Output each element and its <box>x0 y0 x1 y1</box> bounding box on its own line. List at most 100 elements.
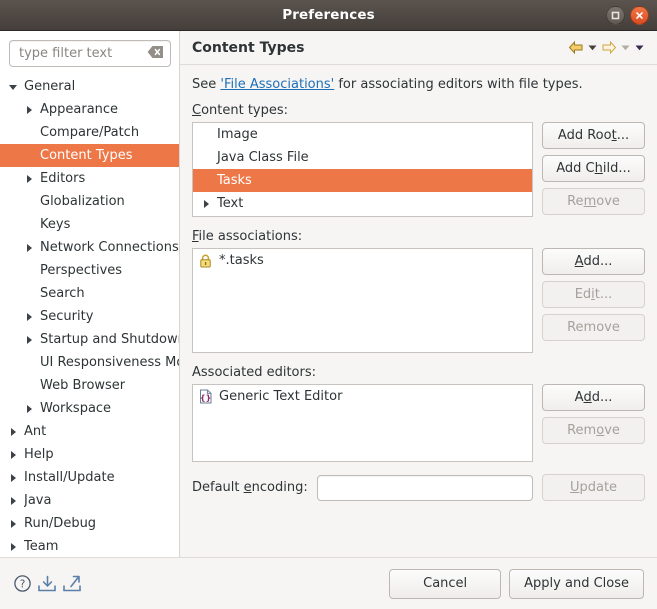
sidebar-item-ant[interactable]: Ant <box>0 420 179 443</box>
content-type-row[interactable]: Java Class File <box>193 146 532 169</box>
sidebar-item-content-types[interactable]: Content Types <box>0 144 179 167</box>
export-icon[interactable] <box>62 574 82 593</box>
view-menu-chevron-down-icon[interactable] <box>634 42 645 53</box>
close-button[interactable] <box>630 5 649 25</box>
file-associations-list[interactable]: *.tasks <box>192 248 533 353</box>
clear-icon[interactable] <box>147 45 164 63</box>
default-encoding-input[interactable] <box>316 474 533 501</box>
sidebar-item-label: Globalization <box>40 194 125 209</box>
sidebar-item-security[interactable]: Security <box>0 305 179 328</box>
sidebar-item-label: Editors <box>40 171 86 186</box>
sidebar-item-label: Compare/Patch <box>40 125 140 140</box>
help-icon[interactable]: ? <box>13 574 32 593</box>
add-root-button[interactable]: Add Roo t... <box>542 122 645 149</box>
sidebar-item-label: Web Browser <box>40 378 126 393</box>
sidebar-item-startup-and-shutdown[interactable]: Startup and Shutdown <box>0 328 179 351</box>
tree-collapsed-icon[interactable] <box>6 519 20 529</box>
cancel-button[interactable]: Cancel <box>389 568 502 599</box>
sidebar-item-help[interactable]: Help <box>0 443 179 466</box>
sidebar-item-team[interactable]: Team <box>0 535 179 557</box>
associated-editor-label: Generic Text Editor <box>219 389 343 404</box>
sidebar-item-label: Team <box>24 539 59 554</box>
content-type-row[interactable]: Text <box>193 192 532 215</box>
tree-collapsed-icon[interactable] <box>6 542 20 552</box>
tree-expanded-icon[interactable] <box>6 82 20 92</box>
title-bar: Preferences <box>0 0 657 31</box>
associated-editors-label: Associated editors: <box>192 365 317 380</box>
sidebar-item-label: Startup and Shutdown <box>40 332 179 347</box>
file-associations-buttons: Add... Ed i t... Remove <box>542 248 645 341</box>
filter-placeholder: type filter text <box>19 46 113 61</box>
preferences-content-pane: Content Types See 'File Associations' fo… <box>180 31 657 557</box>
import-icon[interactable] <box>37 574 57 593</box>
sidebar-item-web-browser[interactable]: Web Browser <box>0 374 179 397</box>
content-type-row[interactable]: Image <box>193 123 532 146</box>
sidebar-item-java[interactable]: Java <box>0 489 179 512</box>
preferences-dialog: Preferences type filter text General App… <box>0 0 657 609</box>
tree-collapsed-icon[interactable] <box>22 312 36 322</box>
file-associations-section: File associations: *.tasks Add... Ed i t..… <box>192 229 645 353</box>
tree-collapsed-icon[interactable] <box>199 199 213 209</box>
maximize-icon <box>611 11 620 20</box>
content-types-buttons: Add Roo t... Add Ch ild... Re m ove <box>542 122 645 215</box>
content-types-list[interactable]: Image Java Class File Tasks Text <box>192 122 533 217</box>
sidebar-item-globalization[interactable]: Globalization <box>0 190 179 213</box>
content-type-label: Text <box>217 196 244 211</box>
dialog-footer: ? Cancel Apply and Close <box>0 557 657 609</box>
tree-collapsed-icon[interactable] <box>6 496 20 506</box>
remove-file-association-button: Remove <box>542 314 645 341</box>
tree-collapsed-icon[interactable] <box>6 473 20 483</box>
tree-collapsed-icon[interactable] <box>22 335 36 345</box>
sidebar-item-network-connections[interactable]: Network Connections <box>0 236 179 259</box>
sidebar-item-label: General <box>24 79 76 94</box>
sidebar-item-keys[interactable]: Keys <box>0 213 179 236</box>
search-input[interactable]: type filter text <box>9 40 171 67</box>
tree-collapsed-icon[interactable] <box>6 450 20 460</box>
forward-arrow-icon[interactable] <box>601 40 617 55</box>
sidebar-item-workspace[interactable]: Workspace <box>0 397 179 420</box>
associated-editor-row[interactable]: {} Generic Text Editor <box>193 385 532 408</box>
sidebar-item-search[interactable]: Search <box>0 282 179 305</box>
tree-collapsed-icon[interactable] <box>22 174 36 184</box>
sidebar-item-label: Security <box>40 309 94 324</box>
associated-editors-buttons: Ad d... Rem o ve <box>542 384 645 444</box>
file-association-row[interactable]: *.tasks <box>193 249 532 272</box>
apply-and-close-button[interactable]: Apply and Close <box>509 568 644 599</box>
page-title: Content Types <box>192 39 305 56</box>
add-child-button[interactable]: Add Ch ild... <box>542 155 645 182</box>
sidebar-item-editors[interactable]: Editors <box>0 167 179 190</box>
tree-collapsed-icon[interactable] <box>22 105 36 115</box>
lock-icon <box>199 254 217 268</box>
intro-suffix: for associating editors with file types. <box>334 77 583 92</box>
add-editor-button[interactable]: Ad d... <box>542 384 645 411</box>
svg-text:{}: {} <box>200 393 211 402</box>
content-types-section: Content types: Image Java Class File Tasks… <box>192 103 645 217</box>
tree-collapsed-icon[interactable] <box>22 243 36 253</box>
maximize-button[interactable] <box>606 5 625 25</box>
back-history-chevron-down-icon[interactable] <box>587 42 598 53</box>
sidebar-item-label: Workspace <box>40 401 112 416</box>
sidebar-item-general[interactable]: General <box>0 75 179 98</box>
sidebar-item-compare-patch[interactable]: Compare/Patch <box>0 121 179 144</box>
navigation-toolbar <box>568 40 645 55</box>
tree-collapsed-icon[interactable] <box>6 427 20 437</box>
back-arrow-icon[interactable] <box>568 40 584 55</box>
sidebar-item-ui-responsiveness-monitoring[interactable]: UI Responsiveness Monitoring <box>0 351 179 374</box>
associated-editors-list[interactable]: {} Generic Text Editor <box>192 384 533 462</box>
preferences-tree[interactable]: General Appearance Compare/Patch Content Ty… <box>0 74 179 557</box>
tree-collapsed-icon[interactable] <box>22 404 36 414</box>
associated-editors-row: {} Generic Text Editor Ad d... Rem o ve <box>192 384 645 462</box>
file-associations-link[interactable]: 'File Associations' <box>220 77 334 92</box>
content-type-row[interactable]: Tasks <box>193 169 532 192</box>
sidebar-item-label: Ant <box>24 424 47 439</box>
default-encoding-row: Default encoding: Update <box>192 474 645 501</box>
footer-icon-group: ? <box>13 574 389 593</box>
sidebar-item-run-debug[interactable]: Run/Debug <box>0 512 179 535</box>
sidebar-item-perspectives[interactable]: Perspectives <box>0 259 179 282</box>
add-file-association-button[interactable]: Add... <box>542 248 645 275</box>
sidebar-item-label: Java <box>24 493 52 508</box>
sidebar-item-appearance[interactable]: Appearance <box>0 98 179 121</box>
sidebar-item-install-update[interactable]: Install/Update <box>0 466 179 489</box>
preferences-sidebar: type filter text General Appearance Compar… <box>0 31 180 557</box>
sidebar-item-label: Content Types <box>40 148 133 163</box>
